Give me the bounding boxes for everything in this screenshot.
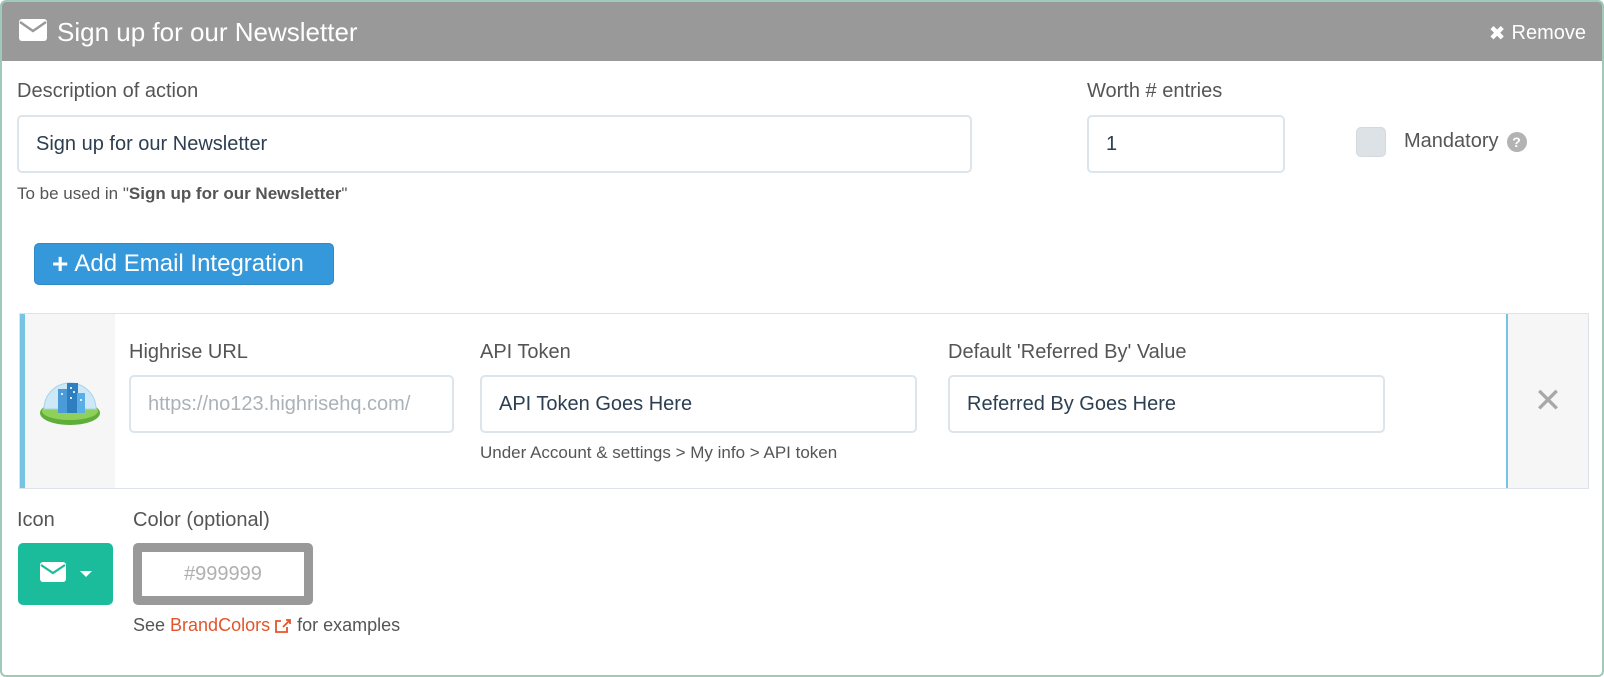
envelope-icon	[19, 18, 47, 46]
header-title-group: Sign up for our Newsletter	[19, 17, 358, 47]
highrise-url-input[interactable]	[129, 375, 454, 433]
highrise-logo-icon	[38, 371, 102, 432]
description-label: Description of action	[17, 80, 199, 102]
caret-down-icon	[79, 571, 92, 577]
description-input[interactable]	[17, 115, 972, 173]
usage-help: To be used in "Sign up for our Newslette…	[17, 184, 348, 203]
action-panel: Sign up for our Newsletter ✖ Remove Desc…	[0, 0, 1604, 677]
panel-header: Sign up for our Newsletter ✖ Remove	[2, 2, 1602, 61]
referred-by-input[interactable]	[948, 375, 1385, 433]
brandcolors-link[interactable]: BrandColors	[170, 615, 292, 636]
add-email-integration-label: Add Email Integration	[74, 250, 304, 277]
integration-row: Highrise URL API Token Under Account & s…	[19, 313, 1589, 489]
remove-label: Remove	[1511, 22, 1586, 44]
close-icon: ✖	[1488, 23, 1506, 45]
usage-name: Sign up for our Newsletter	[128, 184, 342, 203]
external-link-icon	[275, 618, 291, 633]
mandatory-checkbox[interactable]	[1356, 127, 1386, 157]
worth-input[interactable]	[1087, 115, 1285, 173]
close-icon[interactable]: ✕	[1534, 384, 1563, 418]
api-token-input[interactable]	[480, 375, 917, 433]
referred-by-label: Default 'Referred By' Value	[948, 341, 1187, 363]
integration-close-cell: ✕	[1506, 314, 1588, 488]
api-token-help: Under Account & settings > My info > API…	[480, 443, 838, 462]
mandatory-label: Mandatory	[1404, 130, 1499, 152]
mandatory-label-group: Mandatory ?	[1404, 130, 1527, 153]
icon-label: Icon	[17, 509, 55, 531]
icon-picker-button[interactable]	[18, 543, 113, 605]
panel-title: Sign up for our Newsletter	[57, 17, 358, 47]
integration-logo-cell	[25, 314, 115, 488]
worth-label: Worth # entries	[1087, 80, 1223, 102]
color-label: Color (optional)	[133, 509, 270, 531]
add-email-integration-button[interactable]: + Add Email Integration	[34, 243, 334, 285]
color-swatch	[133, 543, 313, 605]
brandcolors-help: See BrandColors for examples	[133, 615, 401, 636]
api-token-label: API Token	[480, 341, 571, 363]
highrise-url-label: Highrise URL	[129, 341, 248, 363]
envelope-icon	[39, 561, 66, 587]
remove-button[interactable]: ✖ Remove	[1489, 21, 1586, 46]
plus-icon: +	[52, 248, 69, 279]
color-input[interactable]	[142, 552, 304, 596]
question-circle-icon[interactable]: ?	[1506, 131, 1527, 152]
